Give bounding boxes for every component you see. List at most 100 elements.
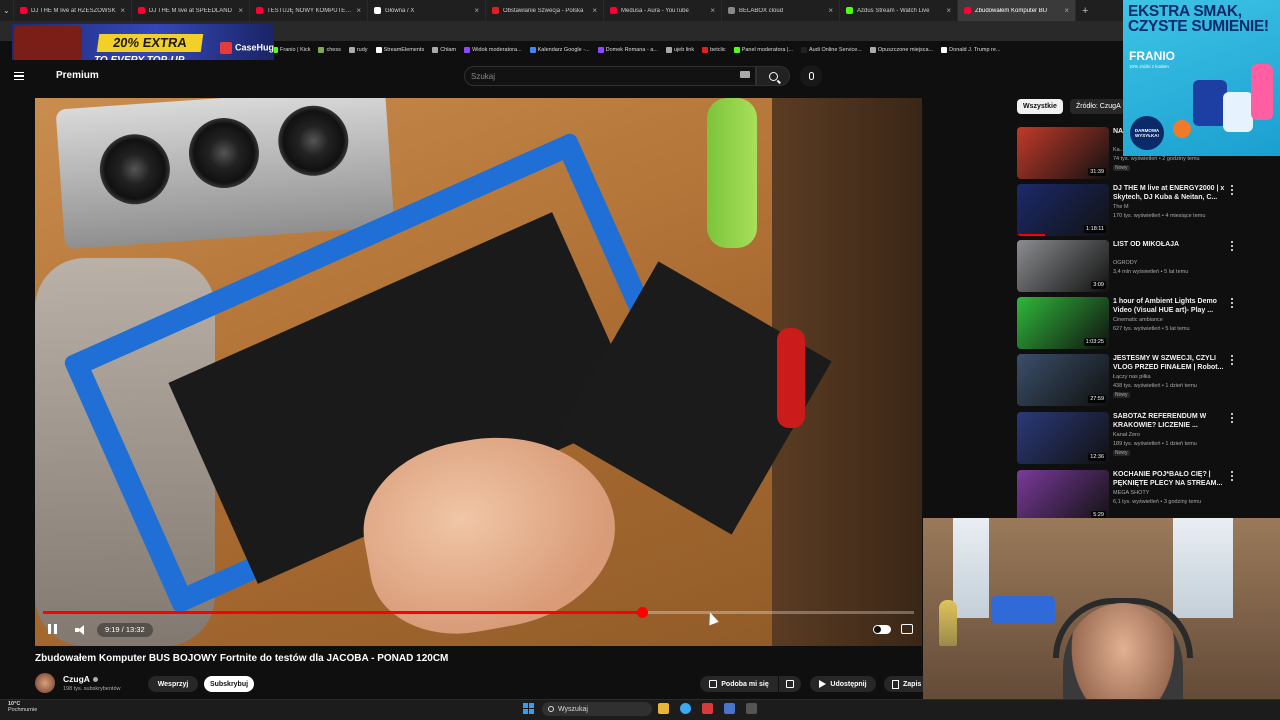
recommendation-thumbnail[interactable]: 12:36 — [1017, 412, 1109, 464]
obs-icon[interactable] — [702, 703, 713, 714]
more-actions-icon[interactable] — [1231, 355, 1234, 365]
bookmark-item[interactable]: Audi Online Service... — [800, 47, 862, 53]
bookmark-item[interactable]: Kalendarz Google -... — [529, 47, 590, 53]
browser-tab[interactable]: Azdus Stream - Watch Live × — [840, 0, 958, 21]
bookmark-item[interactable]: Chłam — [432, 47, 456, 53]
subscribe-button[interactable]: Subskrybuj — [204, 676, 254, 692]
close-tab-icon[interactable]: × — [356, 6, 361, 15]
browser-tab[interactable]: Zbudowałem Komputer BU × — [958, 0, 1076, 21]
browser-tab[interactable]: DJ THE M live at RZESZOWSK × — [14, 0, 132, 21]
recommendation-title[interactable]: JESTEŚMY W SZWECJI, CZYLI VLOG PRZED FIN… — [1113, 354, 1229, 372]
progress-bar[interactable] — [43, 607, 914, 618]
windows-start-icon[interactable] — [523, 703, 534, 714]
recommendation-title[interactable]: LIST OD MIKOŁAJA — [1113, 240, 1229, 249]
recommendation-thumbnail[interactable]: 1:03:25 — [1017, 297, 1109, 349]
weather-widget[interactable]: 10°C Pochmurnie — [8, 701, 37, 713]
browser-tab[interactable]: Medusa - Aura - YouTube × — [604, 0, 722, 21]
bookmark-favicon-icon — [348, 47, 355, 53]
more-actions-icon[interactable] — [1231, 471, 1234, 481]
video-player[interactable]: 9:19 / 13:32 — [35, 98, 922, 646]
recommendation-item[interactable]: 27:59 JESTEŚMY W SZWECJI, CZYLI VLOG PRZE… — [1017, 354, 1275, 410]
hamburger-menu-icon[interactable] — [14, 72, 24, 80]
recommendation-channel[interactable]: MEGA SHOTY — [1113, 490, 1149, 496]
search-input[interactable]: Szukaj — [464, 66, 756, 86]
recommendation-item[interactable]: 1:18:11 DJ THE M live at ENERGY2000 | x S… — [1017, 184, 1275, 240]
more-actions-icon[interactable] — [1231, 241, 1234, 251]
chip-source[interactable]: Źródło: CzugA — [1070, 99, 1124, 114]
close-tab-icon[interactable]: × — [120, 6, 125, 15]
bookmark-item[interactable]: Opuszczone miejsca... — [869, 47, 933, 53]
volume-icon[interactable] — [75, 625, 87, 635]
bookmark-item[interactable]: StreamElements — [375, 47, 424, 53]
recommendation-title[interactable]: KOCHANIE POJ*BAŁO CIĘ? | PĘKNIĘTE PLECY … — [1113, 470, 1229, 488]
bookmark-item[interactable]: Widok moderatora... — [464, 47, 522, 53]
file-explorer-icon[interactable] — [658, 703, 669, 714]
recommendation-channel[interactable]: OGRODY — [1113, 260, 1137, 266]
bookmark-item[interactable]: ujeb link — [665, 47, 694, 53]
browser-tab[interactable]: Główna / X × — [368, 0, 486, 21]
share-button[interactable]: Udostępnij — [810, 676, 876, 692]
more-actions-icon[interactable] — [1231, 413, 1234, 423]
pause-icon[interactable] — [48, 624, 57, 634]
bookmark-item[interactable]: betclic — [702, 47, 726, 53]
recommendation-channel[interactable]: Kanał Zero — [1113, 432, 1140, 438]
bookmark-item[interactable]: rudy — [348, 47, 368, 53]
taskbar-search[interactable]: Wyszukaj — [542, 702, 652, 716]
bookmark-favicon-icon — [432, 47, 439, 53]
close-tab-icon[interactable]: × — [828, 6, 833, 15]
close-tab-icon[interactable]: × — [1064, 6, 1069, 15]
subtitles-icon[interactable] — [901, 624, 913, 634]
recommendation-item[interactable]: 1:03:25 1 hour of Ambient Lights Demo Vid… — [1017, 297, 1275, 353]
bookmark-item[interactable]: Donald J. Trump re... — [941, 47, 1001, 53]
voice-search-button[interactable] — [800, 65, 822, 87]
recommendation-title[interactable]: 1 hour of Ambient Lights Demo Video (Vis… — [1113, 297, 1229, 315]
recommendation-title[interactable]: SABOTAŻ REFERENDUM W KRAKOWIE? LICZENIE … — [1113, 412, 1229, 430]
like-button[interactable]: Podoba mi się — [700, 676, 778, 692]
recommendation-title[interactable]: DJ THE M live at ENERGY2000 | x Skytech,… — [1113, 184, 1229, 202]
close-tab-icon[interactable]: × — [710, 6, 715, 15]
scrubber-handle[interactable] — [637, 607, 649, 618]
bookmark-item[interactable]: Panel moderatora |... — [733, 47, 793, 53]
dislike-button[interactable] — [779, 676, 801, 692]
chip-all[interactable]: Wszystkie — [1017, 99, 1063, 114]
browser-tab[interactable]: Obstawianie Szwecja - Polska × — [486, 0, 604, 21]
close-tab-icon[interactable]: × — [238, 6, 243, 15]
recommendation-channel[interactable]: Łączy nas piłka — [1113, 374, 1151, 380]
recommendation-channel[interactable]: The M — [1113, 204, 1129, 210]
video-frame-glue-gun — [707, 98, 757, 248]
support-button[interactable]: Wesprzyj — [148, 676, 198, 692]
browser-tab[interactable]: BELABOX cloud × — [722, 0, 840, 21]
recommendation-item[interactable]: 3:09 LIST OD MIKOŁAJA OGRODY 3,4 mln wyświe… — [1017, 240, 1275, 296]
more-actions-icon[interactable] — [1231, 298, 1234, 308]
close-tab-icon[interactable]: × — [592, 6, 597, 15]
close-tab-icon[interactable]: × — [474, 6, 479, 15]
terminal-icon[interactable] — [746, 703, 757, 714]
youtube-logo[interactable]: Premium — [56, 70, 99, 81]
recommendation-thumbnail[interactable]: 27:59 — [1017, 354, 1109, 406]
bookmark-item[interactable]: Domek Romana - a... — [597, 47, 658, 53]
recommendation-thumbnail[interactable]: 31:39 — [1017, 127, 1109, 179]
chrome-icon[interactable] — [680, 703, 691, 714]
search-button[interactable] — [756, 66, 790, 86]
recommendation-thumbnail[interactable]: 1:18:11 — [1017, 184, 1109, 236]
steam-icon[interactable] — [724, 703, 735, 714]
recommendation-thumbnail[interactable]: 3:09 — [1017, 240, 1109, 292]
recommendation-channel[interactable]: Cinematic ambiance — [1113, 317, 1163, 323]
sponsor-ad[interactable]: EKSTRA SMAK, CZYSTE SUMIENIE! FRANIO 10%… — [1123, 0, 1280, 156]
keyboard-icon[interactable] — [740, 71, 750, 78]
browser-tab[interactable]: TESTUJĘ NOWY KOMPUTER z × — [250, 0, 368, 21]
autoplay-toggle[interactable] — [873, 625, 891, 634]
browser-tab[interactable]: DJ THE M live at SPEEDLAND × — [132, 0, 250, 21]
new-tab-button[interactable]: + — [1082, 5, 1088, 17]
channel-name[interactable]: CzugA — [63, 674, 98, 684]
bookmark-item[interactable]: chess — [318, 47, 341, 53]
channel-avatar[interactable] — [35, 673, 55, 693]
more-actions-icon[interactable] — [1231, 185, 1234, 195]
bookmark-item[interactable]: Franio | Kick — [272, 47, 310, 53]
bookmark-favicon-icon — [869, 47, 876, 53]
new-badge: Nowy — [1113, 165, 1130, 171]
recommendation-thumbnail[interactable]: 5:29 — [1017, 470, 1109, 522]
recommendation-item[interactable]: 12:36 SABOTAŻ REFERENDUM W KRAKOWIE? LICZ… — [1017, 412, 1275, 468]
close-tab-icon[interactable]: × — [946, 6, 951, 15]
tab-search-button[interactable]: ⌄ — [0, 0, 14, 21]
